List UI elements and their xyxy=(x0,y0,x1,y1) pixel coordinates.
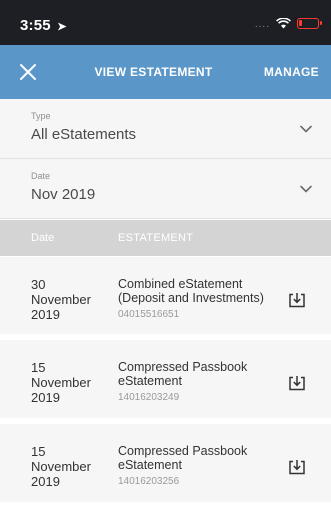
download-icon xyxy=(289,376,305,391)
type-filter-value: All eStatements xyxy=(31,126,137,143)
download-button[interactable] xyxy=(288,375,306,391)
table-row[interactable]: 15 November 2019 Compressed Passbook eSt… xyxy=(0,340,331,424)
statement-date-day: 15 xyxy=(31,444,46,459)
wifi-icon xyxy=(276,18,291,29)
column-header-estatement: ESTATEMENT xyxy=(118,232,194,244)
status-time: 3:55 ➤ xyxy=(20,17,67,34)
date-filter-dropdown[interactable]: Date Nov 2019 xyxy=(0,159,331,219)
statement-date: 15 November 2019 xyxy=(31,444,111,489)
statement-date: 30 November 2019 xyxy=(31,277,111,322)
battery-low-icon xyxy=(297,18,322,29)
type-filter-label: Type xyxy=(31,111,51,121)
status-indicators: .... xyxy=(254,17,322,30)
manage-button[interactable]: MANAGE xyxy=(264,65,319,79)
statement-date-month: November xyxy=(31,459,91,474)
signal-icon: .... xyxy=(254,19,270,30)
statement-date: 15 November 2019 xyxy=(31,360,111,405)
download-button[interactable] xyxy=(288,292,306,308)
statement-date-year: 2019 xyxy=(31,307,60,322)
battery-level xyxy=(299,20,302,26)
account-number: 04015516651 xyxy=(118,309,180,320)
download-icon xyxy=(289,293,305,308)
chevron-down-icon xyxy=(300,185,312,193)
download-button[interactable] xyxy=(288,459,306,475)
table-row[interactable]: 15 November 2019 Compressed Passbook eSt… xyxy=(0,424,331,508)
navigation-bar: VIEW ESTATEMENT MANAGE xyxy=(0,45,331,99)
estatement-list: 30 November 2019 Combined eStatement (De… xyxy=(0,256,331,508)
account-number: 14016203256 xyxy=(118,476,180,487)
location-arrow-icon: ➤ xyxy=(57,21,67,33)
statement-date-day: 15 xyxy=(31,360,46,375)
statement-date-year: 2019 xyxy=(31,390,60,405)
statement-date-day: 30 xyxy=(31,277,46,292)
statement-title-line: Combined eStatement xyxy=(118,277,243,291)
clock-time: 3:55 xyxy=(20,17,51,34)
statement-title-line: Compressed Passbook xyxy=(118,360,248,374)
table-header: Date ESTATEMENT xyxy=(0,220,331,256)
statement-title-line: eStatement xyxy=(118,374,182,388)
type-filter-dropdown[interactable]: Type All eStatements xyxy=(0,99,331,159)
statement-title-line: eStatement xyxy=(118,458,182,472)
date-filter-value: Nov 2019 xyxy=(31,186,96,203)
table-row[interactable]: 30 November 2019 Combined eStatement (De… xyxy=(0,256,331,340)
statement-date-year: 2019 xyxy=(31,474,60,489)
statement-info: Combined eStatement (Deposit and Investm… xyxy=(118,277,283,321)
account-number: 14016203249 xyxy=(118,392,180,403)
column-header-date: Date xyxy=(31,232,55,244)
statement-info: Compressed Passbook eStatement 140162032… xyxy=(118,444,283,488)
statement-date-month: November xyxy=(31,375,91,390)
statement-info: Compressed Passbook eStatement 140162032… xyxy=(118,360,283,404)
statement-date-month: November xyxy=(31,292,91,307)
download-icon xyxy=(289,460,305,475)
statement-title-line: (Deposit and Investments) xyxy=(118,291,264,305)
date-filter-label: Date xyxy=(31,171,51,181)
statement-title-line: Compressed Passbook xyxy=(118,444,248,458)
status-bar: 3:55 ➤ .... xyxy=(0,0,331,45)
chevron-down-icon xyxy=(300,125,312,133)
